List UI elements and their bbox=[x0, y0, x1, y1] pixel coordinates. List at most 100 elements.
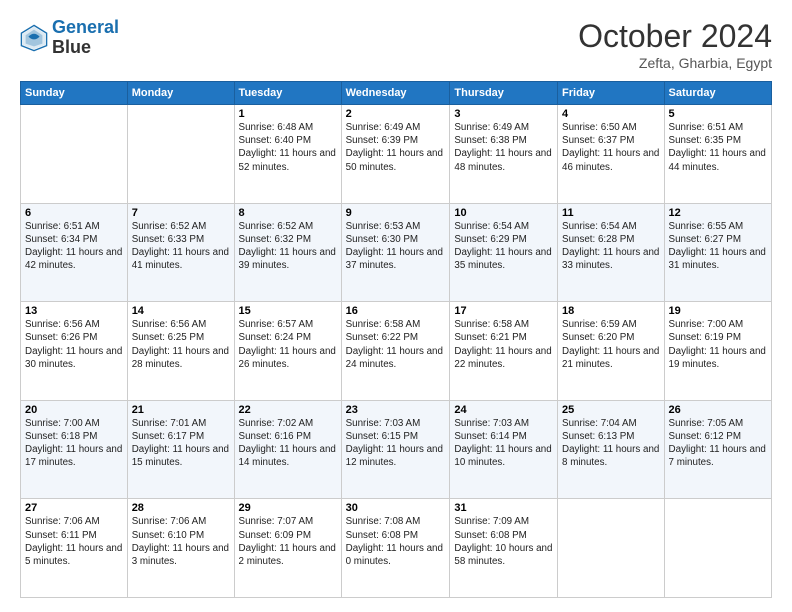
day-number: 30 bbox=[346, 502, 446, 514]
calendar-cell: 15Sunrise: 6:57 AM Sunset: 6:24 PM Dayli… bbox=[234, 302, 341, 401]
day-number: 6 bbox=[25, 207, 123, 219]
calendar-cell: 5Sunrise: 6:51 AM Sunset: 6:35 PM Daylig… bbox=[664, 105, 771, 204]
day-info: Sunrise: 6:56 AM Sunset: 6:26 PM Dayligh… bbox=[25, 318, 123, 371]
calendar-cell: 23Sunrise: 7:03 AM Sunset: 6:15 PM Dayli… bbox=[341, 400, 450, 499]
calendar-cell: 8Sunrise: 6:52 AM Sunset: 6:32 PM Daylig… bbox=[234, 203, 341, 302]
day-number: 26 bbox=[669, 404, 767, 416]
calendar-cell bbox=[127, 105, 234, 204]
calendar-cell: 21Sunrise: 7:01 AM Sunset: 6:17 PM Dayli… bbox=[127, 400, 234, 499]
day-number: 17 bbox=[454, 305, 553, 317]
calendar-cell: 26Sunrise: 7:05 AM Sunset: 6:12 PM Dayli… bbox=[664, 400, 771, 499]
calendar-cell bbox=[21, 105, 128, 204]
day-number: 31 bbox=[454, 502, 553, 514]
logo-icon bbox=[20, 24, 48, 52]
day-number: 10 bbox=[454, 207, 553, 219]
day-number: 1 bbox=[239, 108, 337, 120]
day-number: 3 bbox=[454, 108, 553, 120]
weekday-header: Monday bbox=[127, 82, 234, 105]
day-info: Sunrise: 6:55 AM Sunset: 6:27 PM Dayligh… bbox=[669, 220, 767, 273]
calendar-cell: 17Sunrise: 6:58 AM Sunset: 6:21 PM Dayli… bbox=[450, 302, 558, 401]
day-info: Sunrise: 7:06 AM Sunset: 6:11 PM Dayligh… bbox=[25, 515, 123, 568]
day-info: Sunrise: 6:54 AM Sunset: 6:29 PM Dayligh… bbox=[454, 220, 553, 273]
calendar: SundayMondayTuesdayWednesdayThursdayFrid… bbox=[20, 81, 772, 598]
calendar-cell: 27Sunrise: 7:06 AM Sunset: 6:11 PM Dayli… bbox=[21, 499, 128, 598]
calendar-cell: 19Sunrise: 7:00 AM Sunset: 6:19 PM Dayli… bbox=[664, 302, 771, 401]
calendar-cell: 10Sunrise: 6:54 AM Sunset: 6:29 PM Dayli… bbox=[450, 203, 558, 302]
day-number: 12 bbox=[669, 207, 767, 219]
weekday-header: Saturday bbox=[664, 82, 771, 105]
day-number: 27 bbox=[25, 502, 123, 514]
calendar-cell: 12Sunrise: 6:55 AM Sunset: 6:27 PM Dayli… bbox=[664, 203, 771, 302]
day-number: 16 bbox=[346, 305, 446, 317]
calendar-cell: 3Sunrise: 6:49 AM Sunset: 6:38 PM Daylig… bbox=[450, 105, 558, 204]
day-number: 9 bbox=[346, 207, 446, 219]
calendar-cell: 14Sunrise: 6:56 AM Sunset: 6:25 PM Dayli… bbox=[127, 302, 234, 401]
calendar-cell bbox=[664, 499, 771, 598]
day-info: Sunrise: 7:03 AM Sunset: 6:15 PM Dayligh… bbox=[346, 417, 446, 470]
weekday-header: Friday bbox=[558, 82, 665, 105]
calendar-cell: 16Sunrise: 6:58 AM Sunset: 6:22 PM Dayli… bbox=[341, 302, 450, 401]
month-title: October 2024 bbox=[578, 18, 772, 55]
day-number: 4 bbox=[562, 108, 660, 120]
logo-line1: General bbox=[52, 17, 119, 37]
header: General Blue October 2024 Zefta, Gharbia… bbox=[20, 18, 772, 71]
day-number: 24 bbox=[454, 404, 553, 416]
day-info: Sunrise: 7:01 AM Sunset: 6:17 PM Dayligh… bbox=[132, 417, 230, 470]
day-number: 29 bbox=[239, 502, 337, 514]
day-number: 19 bbox=[669, 305, 767, 317]
day-info: Sunrise: 7:03 AM Sunset: 6:14 PM Dayligh… bbox=[454, 417, 553, 470]
day-info: Sunrise: 7:06 AM Sunset: 6:10 PM Dayligh… bbox=[132, 515, 230, 568]
calendar-cell bbox=[558, 499, 665, 598]
day-info: Sunrise: 7:04 AM Sunset: 6:13 PM Dayligh… bbox=[562, 417, 660, 470]
day-number: 28 bbox=[132, 502, 230, 514]
day-info: Sunrise: 6:54 AM Sunset: 6:28 PM Dayligh… bbox=[562, 220, 660, 273]
calendar-cell: 11Sunrise: 6:54 AM Sunset: 6:28 PM Dayli… bbox=[558, 203, 665, 302]
day-number: 25 bbox=[562, 404, 660, 416]
day-info: Sunrise: 7:09 AM Sunset: 6:08 PM Dayligh… bbox=[454, 515, 553, 568]
day-number: 21 bbox=[132, 404, 230, 416]
day-info: Sunrise: 7:07 AM Sunset: 6:09 PM Dayligh… bbox=[239, 515, 337, 568]
calendar-cell: 31Sunrise: 7:09 AM Sunset: 6:08 PM Dayli… bbox=[450, 499, 558, 598]
day-info: Sunrise: 6:48 AM Sunset: 6:40 PM Dayligh… bbox=[239, 121, 337, 174]
calendar-cell: 22Sunrise: 7:02 AM Sunset: 6:16 PM Dayli… bbox=[234, 400, 341, 499]
calendar-cell: 6Sunrise: 6:51 AM Sunset: 6:34 PM Daylig… bbox=[21, 203, 128, 302]
calendar-cell: 18Sunrise: 6:59 AM Sunset: 6:20 PM Dayli… bbox=[558, 302, 665, 401]
calendar-cell: 1Sunrise: 6:48 AM Sunset: 6:40 PM Daylig… bbox=[234, 105, 341, 204]
calendar-cell: 29Sunrise: 7:07 AM Sunset: 6:09 PM Dayli… bbox=[234, 499, 341, 598]
weekday-header: Sunday bbox=[21, 82, 128, 105]
day-info: Sunrise: 7:08 AM Sunset: 6:08 PM Dayligh… bbox=[346, 515, 446, 568]
calendar-cell: 4Sunrise: 6:50 AM Sunset: 6:37 PM Daylig… bbox=[558, 105, 665, 204]
day-info: Sunrise: 6:49 AM Sunset: 6:39 PM Dayligh… bbox=[346, 121, 446, 174]
calendar-cell: 2Sunrise: 6:49 AM Sunset: 6:39 PM Daylig… bbox=[341, 105, 450, 204]
day-number: 7 bbox=[132, 207, 230, 219]
day-number: 18 bbox=[562, 305, 660, 317]
day-number: 14 bbox=[132, 305, 230, 317]
day-info: Sunrise: 6:49 AM Sunset: 6:38 PM Dayligh… bbox=[454, 121, 553, 174]
day-info: Sunrise: 7:02 AM Sunset: 6:16 PM Dayligh… bbox=[239, 417, 337, 470]
day-number: 5 bbox=[669, 108, 767, 120]
day-info: Sunrise: 6:58 AM Sunset: 6:21 PM Dayligh… bbox=[454, 318, 553, 371]
day-info: Sunrise: 6:59 AM Sunset: 6:20 PM Dayligh… bbox=[562, 318, 660, 371]
location: Zefta, Gharbia, Egypt bbox=[578, 55, 772, 71]
day-number: 22 bbox=[239, 404, 337, 416]
calendar-cell: 24Sunrise: 7:03 AM Sunset: 6:14 PM Dayli… bbox=[450, 400, 558, 499]
calendar-cell: 20Sunrise: 7:00 AM Sunset: 6:18 PM Dayli… bbox=[21, 400, 128, 499]
day-info: Sunrise: 6:51 AM Sunset: 6:34 PM Dayligh… bbox=[25, 220, 123, 273]
weekday-header: Thursday bbox=[450, 82, 558, 105]
calendar-cell: 28Sunrise: 7:06 AM Sunset: 6:10 PM Dayli… bbox=[127, 499, 234, 598]
day-number: 11 bbox=[562, 207, 660, 219]
day-number: 23 bbox=[346, 404, 446, 416]
day-number: 20 bbox=[25, 404, 123, 416]
title-block: October 2024 Zefta, Gharbia, Egypt bbox=[578, 18, 772, 71]
calendar-cell: 9Sunrise: 6:53 AM Sunset: 6:30 PM Daylig… bbox=[341, 203, 450, 302]
calendar-cell: 25Sunrise: 7:04 AM Sunset: 6:13 PM Dayli… bbox=[558, 400, 665, 499]
page: General Blue October 2024 Zefta, Gharbia… bbox=[0, 0, 792, 612]
day-info: Sunrise: 6:53 AM Sunset: 6:30 PM Dayligh… bbox=[346, 220, 446, 273]
day-number: 2 bbox=[346, 108, 446, 120]
day-number: 15 bbox=[239, 305, 337, 317]
calendar-cell: 30Sunrise: 7:08 AM Sunset: 6:08 PM Dayli… bbox=[341, 499, 450, 598]
calendar-cell: 7Sunrise: 6:52 AM Sunset: 6:33 PM Daylig… bbox=[127, 203, 234, 302]
day-number: 8 bbox=[239, 207, 337, 219]
logo-text: General Blue bbox=[52, 18, 119, 58]
day-info: Sunrise: 6:52 AM Sunset: 6:33 PM Dayligh… bbox=[132, 220, 230, 273]
